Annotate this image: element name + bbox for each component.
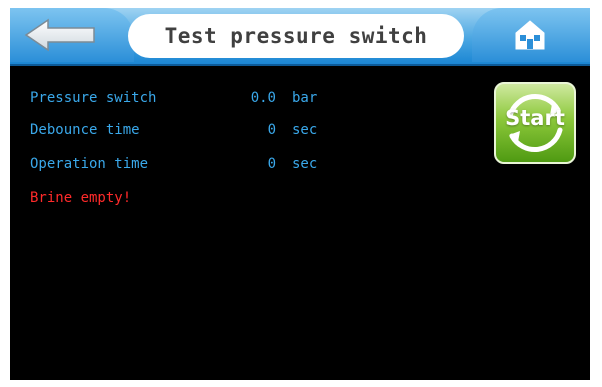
back-button[interactable] bbox=[10, 8, 134, 62]
home-button[interactable] bbox=[472, 8, 590, 62]
debounce-time-value: 0 bbox=[267, 122, 276, 138]
header-bar: Test pressure switch bbox=[10, 8, 590, 66]
content-area: Pressure switch 0.0 bar Debounce time 0 … bbox=[10, 66, 590, 380]
pressure-switch-unit: bar bbox=[292, 90, 318, 106]
start-button-label: Start bbox=[505, 106, 565, 130]
status-message: Brine empty! bbox=[30, 190, 132, 206]
pressure-switch-value: 0.0 bbox=[250, 90, 276, 106]
page-title: Test pressure switch bbox=[164, 24, 428, 48]
debounce-time-label: Debounce time bbox=[30, 122, 140, 138]
pressure-switch-label: Pressure switch bbox=[30, 90, 157, 106]
operation-time-unit: sec bbox=[292, 156, 318, 172]
device-screen: Test pressure switch Pressure switch 0.0… bbox=[10, 8, 590, 380]
home-icon bbox=[515, 20, 545, 50]
operation-time-label: Operation time bbox=[30, 156, 149, 172]
start-button[interactable]: Start bbox=[494, 82, 576, 164]
back-arrow-icon bbox=[24, 18, 95, 52]
debounce-time-unit: sec bbox=[292, 122, 318, 138]
operation-time-value: 0 bbox=[267, 156, 276, 172]
title-area: Test pressure switch bbox=[128, 14, 464, 58]
